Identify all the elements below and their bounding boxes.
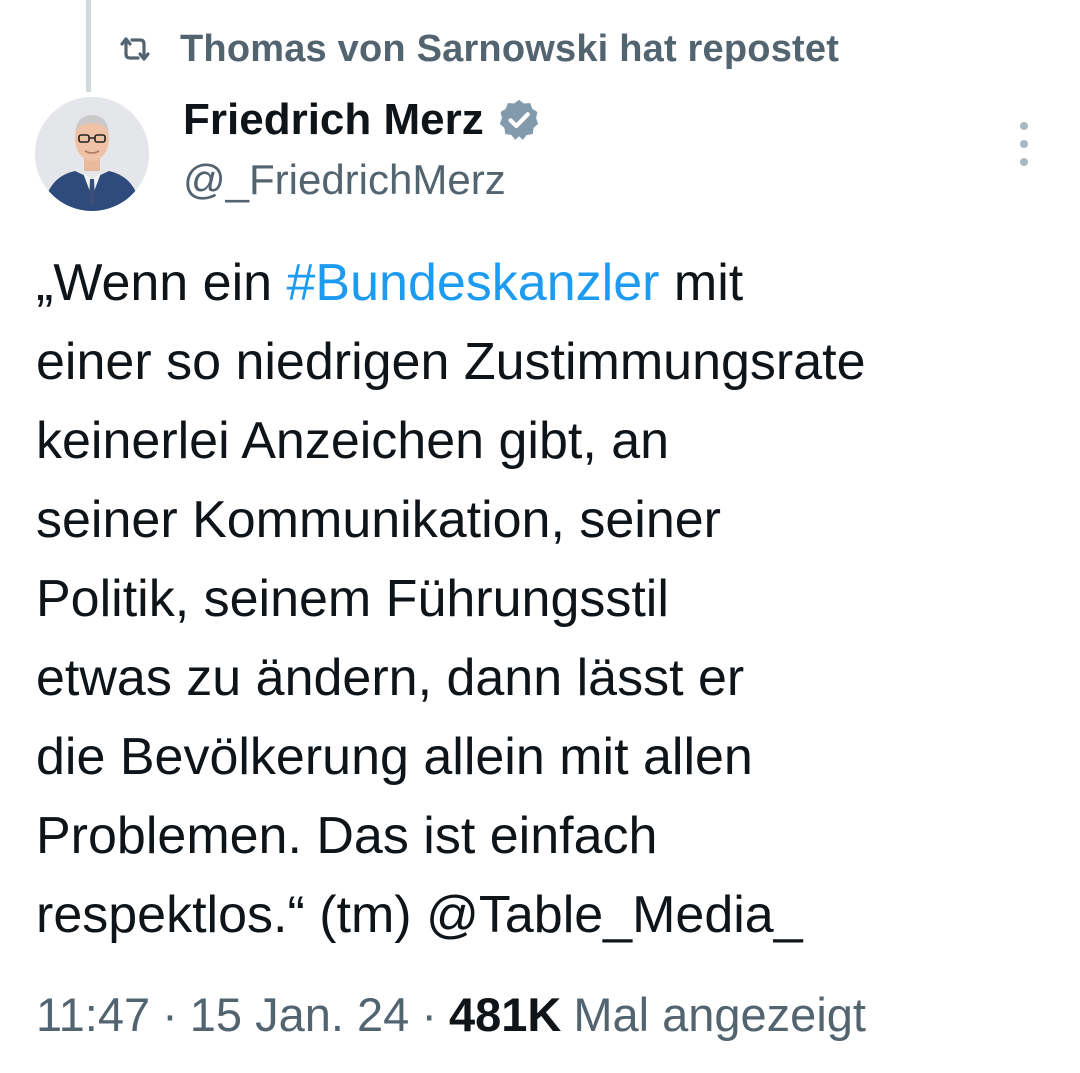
tweet-text-segment: respektlos.“ (tm)	[36, 886, 427, 944]
repost-indicator[interactable]: Thomas von Sarnowski hat repostet	[116, 24, 839, 74]
views-count[interactable]: 481K	[449, 987, 561, 1042]
hashtag-link[interactable]: #Bundeskanzler	[287, 254, 660, 312]
repost-icon	[116, 30, 154, 68]
tweet-text-segment: „Wenn ein	[36, 254, 287, 312]
repost-label[interactable]: Thomas von Sarnowski hat repostet	[180, 28, 839, 71]
author-name-row[interactable]: Friedrich Merz	[183, 92, 542, 148]
verified-badge-icon	[496, 97, 542, 143]
tweet-line: die Bevölkerung allein mit allen	[36, 728, 753, 786]
tweet-line: seiner Kommunikation, seiner	[36, 491, 721, 549]
meta-separator: ·	[162, 987, 178, 1041]
tweet-text-segment: mit	[659, 254, 744, 312]
author-name[interactable]: Friedrich Merz	[183, 95, 484, 145]
more-dot	[1020, 122, 1028, 130]
thread-connector-line	[86, 0, 91, 92]
avatar[interactable]	[35, 97, 149, 211]
tweet-line: keinerlei Anzeichen gibt, an	[36, 412, 670, 470]
tweet-date[interactable]: 15 Jan. 24	[190, 987, 410, 1042]
author-handle[interactable]: @_FriedrichMerz	[183, 156, 506, 204]
meta-separator: ·	[421, 987, 437, 1041]
more-dot	[1020, 140, 1028, 148]
tweet-line: Politik, seinem Führungsstil	[36, 570, 669, 628]
views-label: Mal angezeigt	[573, 987, 866, 1041]
tweet-line: einer so niedrigen Zustimmungsrate	[36, 333, 866, 391]
tweet-line: etwas zu ändern, dann lässt er	[36, 649, 745, 707]
more-dot	[1020, 158, 1028, 166]
tweet-meta: 11:47 · 15 Jan. 24 · 481K Mal angezeigt	[36, 983, 866, 1045]
mention-link[interactable]: @Table_Media_	[426, 886, 803, 944]
tweet-body: „Wenn ein #Bundeskanzler mit einer so ni…	[36, 244, 1066, 955]
tweet-time[interactable]: 11:47	[36, 987, 150, 1042]
tweet-line: Problemen. Das ist einfach	[36, 807, 658, 865]
more-options-icon[interactable]	[1006, 122, 1042, 166]
tweet-line: „Wenn ein #Bundeskanzler mit	[36, 244, 1066, 323]
tweet-line: respektlos.“ (tm) @Table_Media_	[36, 876, 1066, 955]
